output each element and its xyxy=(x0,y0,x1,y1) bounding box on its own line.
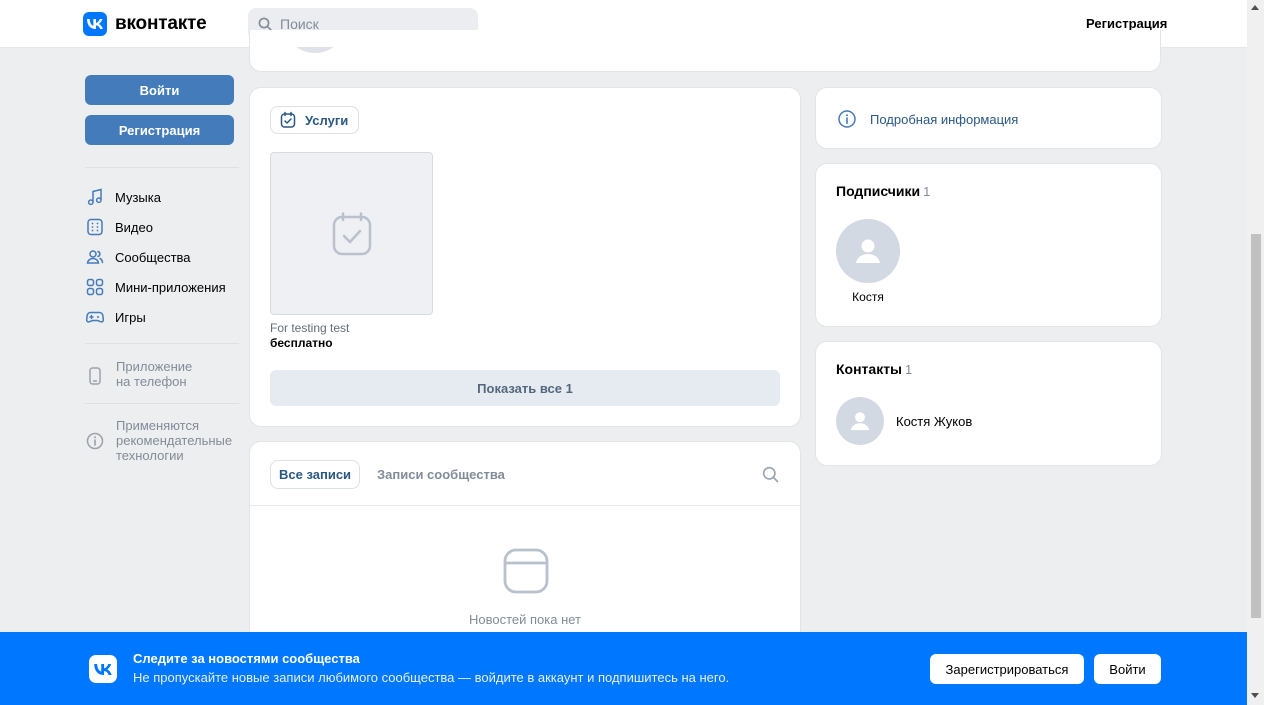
scroll-up-arrow-icon[interactable] xyxy=(1251,5,1259,10)
contact-name[interactable]: Костя Жуков xyxy=(896,414,972,429)
banner-login-button[interactable]: Войти xyxy=(1094,654,1161,684)
sidebar-item-phone-app[interactable]: Приложение на телефон xyxy=(85,359,192,389)
subscribers-title-row[interactable]: Подписчики 1 xyxy=(836,183,930,199)
sidebar-item-games[interactable]: Игры xyxy=(85,307,146,327)
posts-search-button[interactable] xyxy=(762,466,779,486)
show-all-services-button[interactable]: Показать все 1 xyxy=(270,370,780,406)
service-thumbnail[interactable] xyxy=(270,152,433,315)
vk-logo[interactable]: вконтакте xyxy=(83,12,207,36)
sidebar-item-label: Видео xyxy=(115,219,153,235)
banner-title: Следите за новостями сообщества xyxy=(133,651,360,666)
subscribers-card: Подписчики 1 Костя xyxy=(815,163,1162,327)
tab-community-posts[interactable]: Записи сообщества xyxy=(377,467,505,482)
search-icon xyxy=(762,466,779,483)
avatar[interactable] xyxy=(836,219,900,283)
sidebar-item-mini-apps[interactable]: Мини-приложения xyxy=(85,277,226,297)
services-chip-label: Услуги xyxy=(305,112,349,128)
phone-icon xyxy=(89,367,101,385)
sidebar-item-label: Сообщества xyxy=(115,249,191,265)
register-button[interactable]: Регистрация xyxy=(85,115,234,145)
contacts-title: Контакты xyxy=(836,361,903,377)
sidebar-divider xyxy=(85,343,239,344)
sidebar-item-recommendations[interactable]: Применяются рекомендательные технологии xyxy=(85,418,232,463)
sidebar-item-label: Игры xyxy=(115,309,146,325)
services-card: Услуги For testing test бесплатно Показа… xyxy=(249,87,801,427)
sidebar-item-communities[interactable]: Сообщества xyxy=(85,247,191,267)
subscribe-banner: Следите за новостями сообщества Не пропу… xyxy=(0,632,1247,705)
vk-logo-icon xyxy=(89,655,117,683)
banner-subtitle: Не пропускайте новые записи любимого соо… xyxy=(133,670,730,685)
contacts-count: 1 xyxy=(905,362,913,377)
communities-icon xyxy=(86,250,104,264)
login-button[interactable]: Войти xyxy=(85,75,234,105)
detailed-info-link[interactable]: Подробная информация xyxy=(837,109,1018,129)
recommend-line3: технологии xyxy=(116,448,184,463)
subscribers-title: Подписчики xyxy=(836,183,921,199)
header-register-link[interactable]: Регистрация xyxy=(1086,16,1167,31)
video-icon xyxy=(87,218,103,236)
tab-all-posts[interactable]: Все записи xyxy=(270,460,361,489)
posts-divider xyxy=(250,505,800,506)
phone-app-line1: Приложение xyxy=(116,359,193,374)
vk-logo-icon xyxy=(83,12,107,36)
calendar-check-icon xyxy=(280,111,296,128)
scrollbar-thumb[interactable] xyxy=(1251,234,1261,618)
avatar[interactable] xyxy=(836,397,884,445)
info-icon xyxy=(86,432,104,450)
sidebar-divider xyxy=(85,403,239,404)
services-chip[interactable]: Услуги xyxy=(270,106,360,134)
subscriber-name[interactable]: Костя xyxy=(836,290,900,304)
community-avatar xyxy=(283,47,347,53)
subscribers-count: 1 xyxy=(923,184,931,199)
banner-register-button[interactable]: Зарегистрироваться xyxy=(930,654,1084,684)
service-price: бесплатно xyxy=(270,336,333,350)
empty-feed-text: Новостей пока нет xyxy=(468,612,582,627)
detailed-info-label: Подробная информация xyxy=(870,111,1019,127)
search-icon xyxy=(258,17,272,31)
community-header-card xyxy=(249,30,1161,72)
contacts-title-row[interactable]: Контакты 1 xyxy=(836,361,912,377)
sidebar-item-label: Музыка xyxy=(115,189,161,205)
empty-feed-icon xyxy=(503,548,549,597)
calendar-check-icon xyxy=(332,211,371,255)
sidebar-item-label: Мини-приложения xyxy=(115,279,226,295)
page-scrollbar[interactable] xyxy=(1247,0,1264,705)
scroll-down-arrow-icon[interactable] xyxy=(1251,693,1259,698)
logo-text: вконтакте xyxy=(115,13,207,34)
info-card: Подробная информация xyxy=(815,87,1162,149)
sidebar-divider xyxy=(85,167,239,168)
sidebar-item-music[interactable]: Музыка xyxy=(85,187,161,207)
contacts-card: Контакты 1 Костя Жуков xyxy=(815,341,1162,466)
user-placeholder-icon xyxy=(850,412,870,431)
mini-apps-icon xyxy=(86,278,104,296)
music-icon xyxy=(87,188,102,206)
sidebar-item-video[interactable]: Видео xyxy=(85,217,153,237)
recommend-line1: Применяются xyxy=(116,418,200,433)
user-placeholder-icon xyxy=(856,239,880,263)
info-icon xyxy=(838,110,856,128)
recommend-line2: рекомендательные xyxy=(116,433,233,448)
games-icon xyxy=(85,311,105,323)
service-name[interactable]: For testing test xyxy=(270,321,349,335)
phone-app-line2: на телефон xyxy=(116,374,187,389)
